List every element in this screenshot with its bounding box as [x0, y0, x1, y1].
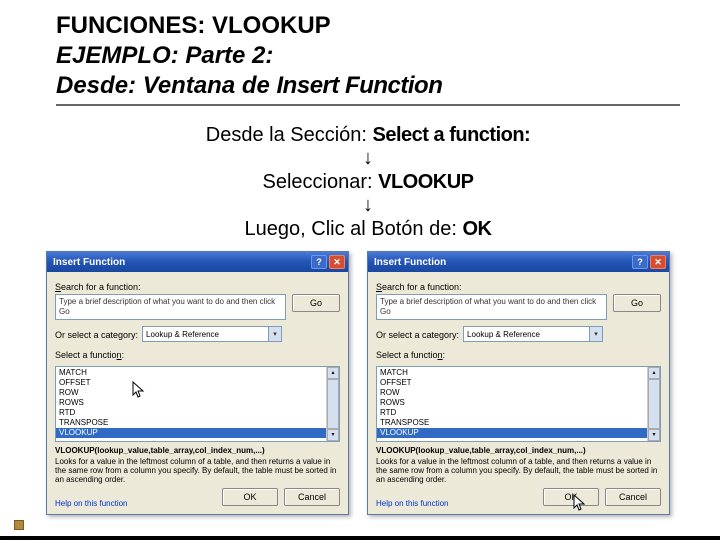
help-link[interactable]: Help on this function — [376, 499, 449, 508]
list-item[interactable]: ROWS — [377, 398, 660, 408]
cancel-button[interactable]: Cancel — [284, 488, 340, 506]
slide-bullet-icon — [14, 520, 24, 530]
list-item-selected[interactable]: VLOOKUP — [377, 428, 660, 438]
category-value: Lookup & Reference — [146, 330, 219, 339]
ok-button[interactable]: OK — [222, 488, 278, 506]
slide-footer-bar — [0, 536, 720, 540]
function-signature: VLOOKUP(lookup_value,table_array,col_ind… — [376, 446, 661, 455]
title-line-2: EJEMPLO: Parte 2: — [56, 42, 680, 70]
arrow-down-icon: ↓ — [56, 149, 680, 167]
select-function-label: Select a function: — [55, 350, 340, 360]
step2-prefix: Seleccionar: — [262, 171, 378, 193]
function-listbox[interactable]: MATCH OFFSET ROW ROWS RTD TRANSPOSE VLOO… — [376, 366, 661, 442]
list-item[interactable]: ROW — [377, 388, 660, 398]
category-value: Lookup & Reference — [467, 330, 540, 339]
dialog-titlebar[interactable]: Insert Function ? ✕ — [368, 252, 669, 272]
insert-function-dialog: Insert Function ? ✕ Search for a functio… — [46, 251, 349, 515]
step3-bold: OK — [462, 218, 491, 240]
list-item[interactable]: RTD — [377, 408, 660, 418]
list-item[interactable]: OFFSET — [377, 378, 660, 388]
title-line-3-prefix: Desde: Ventana de — [56, 72, 277, 99]
help-link[interactable]: Help on this function — [55, 499, 128, 508]
chevron-down-icon: ▾ — [268, 327, 281, 341]
search-input[interactable]: Type a brief description of what you wan… — [55, 294, 286, 320]
scroll-down-icon[interactable]: ▾ — [648, 429, 660, 441]
list-item[interactable]: MATCH — [56, 368, 339, 378]
scrollbar[interactable]: ▴ ▾ — [647, 367, 660, 441]
instruction-step-3: Luego, Clic al Botón de: OK — [56, 218, 680, 241]
step1-bold: Select a function: — [373, 124, 531, 146]
arrow-down-icon: ↓ — [56, 196, 680, 214]
close-icon[interactable]: ✕ — [329, 255, 345, 269]
function-description: Looks for a value in the leftmost column… — [376, 457, 661, 484]
function-signature: VLOOKUP(lookup_value,table_array,col_ind… — [55, 446, 340, 455]
scroll-up-icon[interactable]: ▴ — [327, 367, 339, 379]
search-label: Search for a function: — [55, 282, 340, 292]
step1-prefix: Desde la Sección: — [206, 124, 373, 146]
go-button[interactable]: Go — [292, 294, 340, 312]
list-item[interactable]: ROW — [56, 388, 339, 398]
cancel-button[interactable]: Cancel — [605, 488, 661, 506]
title-line-3-emph: Insert Function — [277, 72, 443, 99]
list-item[interactable]: OFFSET — [56, 378, 339, 388]
function-listbox[interactable]: MATCH OFFSET ROW ROWS RTD TRANSPOSE VLOO… — [55, 366, 340, 442]
instruction-step-1: Desde la Sección: Select a function: — [56, 124, 680, 147]
function-description: Looks for a value in the leftmost column… — [55, 457, 340, 484]
select-function-label: Select a function: — [376, 350, 661, 360]
category-dropdown[interactable]: Lookup & Reference ▾ — [142, 326, 282, 342]
category-label: Or select a category: — [55, 330, 138, 340]
category-label: Or select a category: — [376, 330, 459, 340]
scrollbar[interactable]: ▴ ▾ — [326, 367, 339, 441]
slide-title: FUNCIONES: VLOOKUP EJEMPLO: Parte 2: Des… — [56, 12, 680, 106]
help-icon[interactable]: ? — [632, 255, 648, 269]
search-input[interactable]: Type a brief description of what you wan… — [376, 294, 607, 320]
chevron-down-icon: ▾ — [589, 327, 602, 341]
dialog-titlebar[interactable]: Insert Function ? ✕ — [47, 252, 348, 272]
list-item[interactable]: TRANSPOSE — [377, 418, 660, 428]
list-item[interactable]: TRANSPOSE — [56, 418, 339, 428]
dialog-title: Insert Function — [53, 257, 125, 268]
list-item[interactable]: MATCH — [377, 368, 660, 378]
list-item[interactable]: RTD — [56, 408, 339, 418]
help-icon[interactable]: ? — [311, 255, 327, 269]
scroll-thumb[interactable] — [648, 379, 660, 429]
step2-bold: VLOOKUP — [378, 171, 473, 193]
scroll-thumb[interactable] — [327, 379, 339, 429]
title-line-3: Desde: Ventana de Insert Function — [56, 72, 680, 100]
list-item[interactable]: ROWS — [56, 398, 339, 408]
scroll-up-icon[interactable]: ▴ — [648, 367, 660, 379]
insert-function-dialog: Insert Function ? ✕ Search for a functio… — [367, 251, 670, 515]
ok-button[interactable]: OK — [543, 488, 599, 506]
go-button[interactable]: Go — [613, 294, 661, 312]
search-label: Search for a function: — [376, 282, 661, 292]
list-item-selected[interactable]: VLOOKUP — [56, 428, 339, 438]
dialogs-container: Insert Function ? ✕ Search for a functio… — [46, 251, 670, 515]
dialog-title: Insert Function — [374, 257, 446, 268]
close-icon[interactable]: ✕ — [650, 255, 666, 269]
instruction-step-2: Seleccionar: VLOOKUP — [56, 171, 680, 194]
step3-prefix: Luego, Clic al Botón de: — [245, 218, 463, 240]
scroll-down-icon[interactable]: ▾ — [327, 429, 339, 441]
category-dropdown[interactable]: Lookup & Reference ▾ — [463, 326, 603, 342]
title-line-1: FUNCIONES: VLOOKUP — [56, 12, 680, 40]
